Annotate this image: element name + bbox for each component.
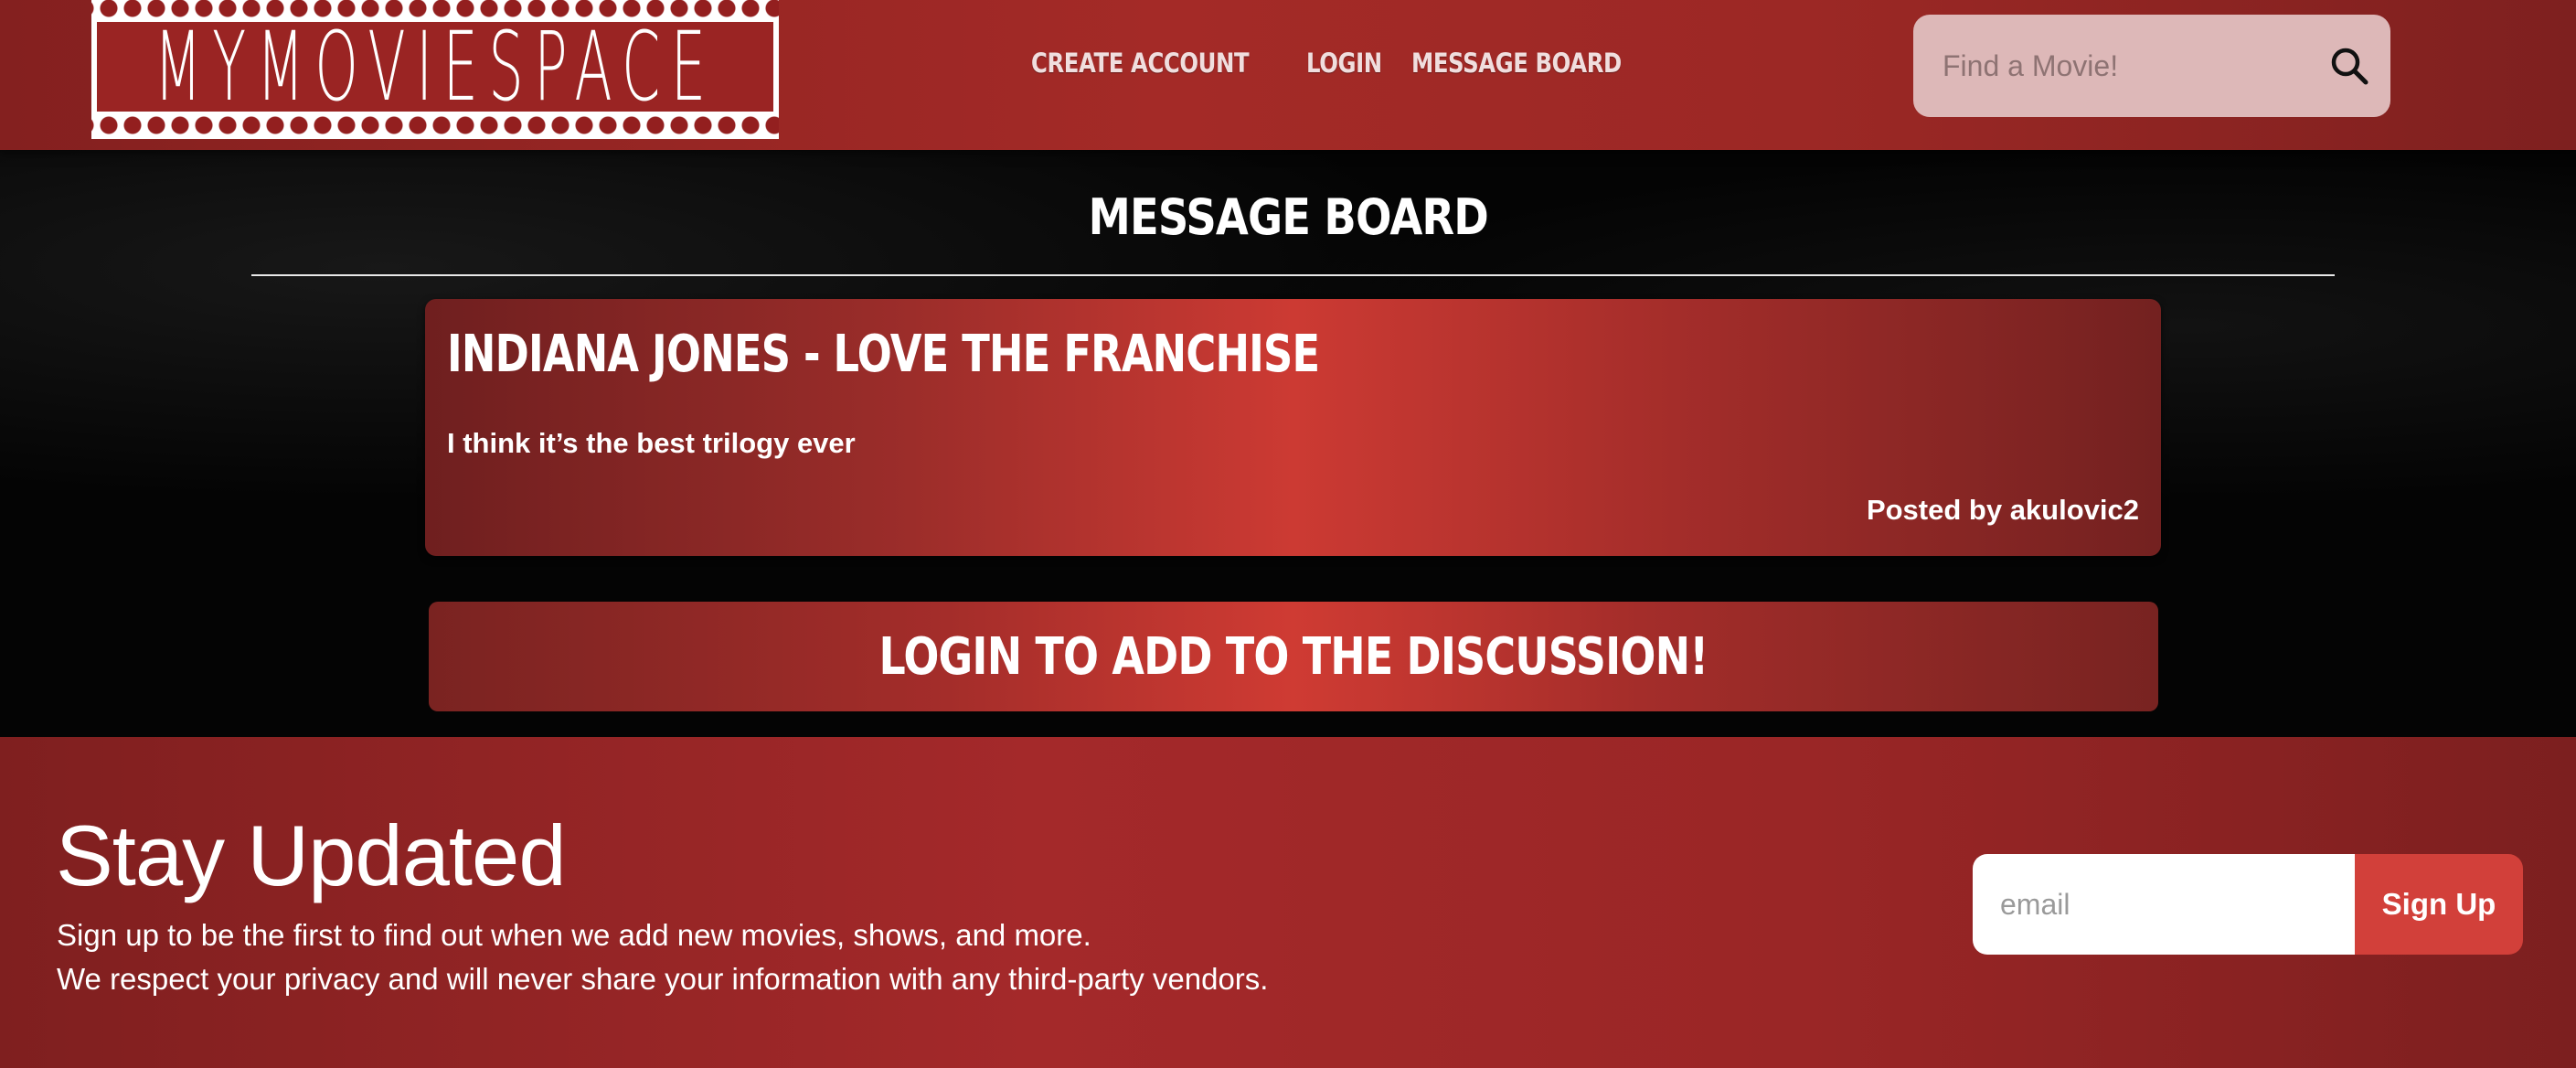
search-input[interactable] bbox=[1941, 48, 2328, 84]
privacy-note: We respect your privacy and will never s… bbox=[57, 962, 1269, 996]
page-title-text: MESSAGE BOARD bbox=[1088, 188, 1488, 246]
film-strip-bottom bbox=[91, 112, 779, 139]
newsletter-title: Stay Updated bbox=[56, 807, 567, 903]
login-to-discuss-label: LOGIN TO ADD TO THE DISCUSSION! bbox=[878, 626, 1709, 687]
sign-up-button[interactable]: Sign Up bbox=[2355, 854, 2523, 955]
logo-text: MYMOVIESPACE bbox=[154, 11, 717, 123]
post-card[interactable]: INDIANA JONES - LOVE THE FRANCHISE I thi… bbox=[425, 299, 2161, 556]
newsletter-description: Sign up to be the first to find out when… bbox=[57, 918, 1091, 952]
nav-message-board[interactable]: MESSAGE BOARD bbox=[1411, 48, 1622, 79]
search-icon bbox=[2331, 48, 2368, 85]
newsletter-footer: Stay Updated Sign up to be the first to … bbox=[0, 737, 2576, 1068]
post-author: Posted by akulovic2 bbox=[1866, 494, 2139, 526]
nav-create-account[interactable]: CREATE ACCOUNT bbox=[1031, 48, 1250, 79]
post-title: INDIANA JONES - LOVE THE FRANCHISE bbox=[447, 325, 1320, 384]
message-board-section: MESSAGE BOARD INDIANA JONES - LOVE THE F… bbox=[0, 150, 2576, 737]
post-body: I think it’s the best trilogy ever bbox=[447, 427, 856, 459]
site-header: MYMOVIESPACE CREATE ACCOUNT LOGIN MESSAG… bbox=[0, 0, 2576, 150]
main-nav: CREATE ACCOUNT LOGIN MESSAGE BOARD bbox=[1031, 48, 1634, 79]
nav-login[interactable]: LOGIN bbox=[1306, 48, 1382, 79]
logo-band: MYMOVIESPACE bbox=[97, 11, 773, 123]
site-logo[interactable]: MYMOVIESPACE bbox=[91, 0, 779, 139]
email-field[interactable] bbox=[1973, 854, 2355, 955]
search-button[interactable] bbox=[2328, 41, 2370, 91]
login-to-discuss-button[interactable]: LOGIN TO ADD TO THE DISCUSSION! bbox=[429, 602, 2158, 711]
newsletter-form: Sign Up bbox=[1973, 854, 2523, 955]
movie-search bbox=[1913, 15, 2390, 117]
page-title: MESSAGE BOARD bbox=[0, 188, 2576, 246]
title-divider bbox=[251, 274, 2335, 276]
